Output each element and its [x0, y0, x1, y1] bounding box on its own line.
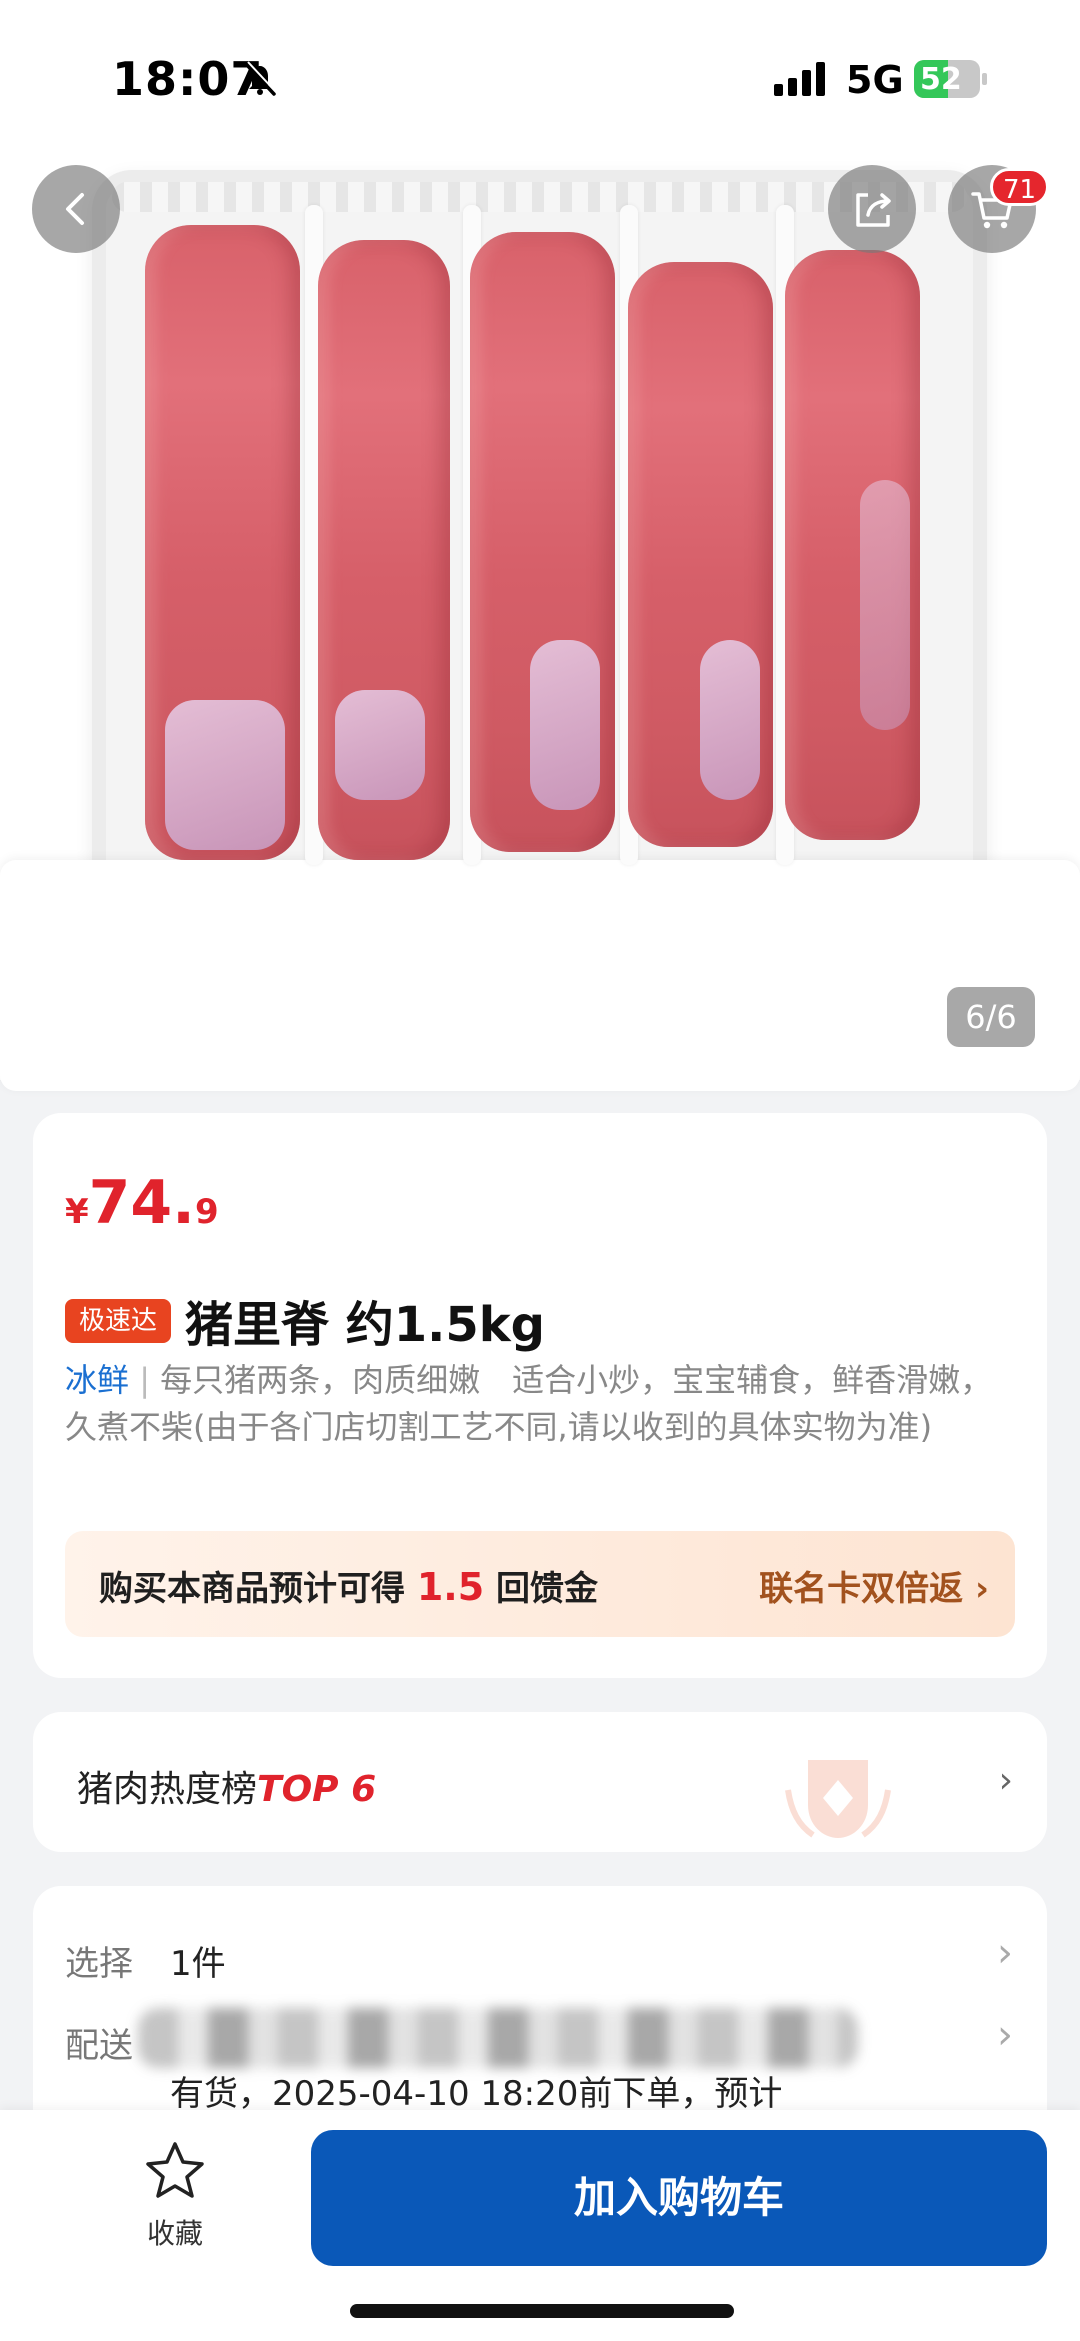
- silverskin: [860, 480, 910, 730]
- favorite-label: 收藏: [146, 2217, 203, 2250]
- product-image[interactable]: 71 6/6: [0, 0, 1080, 1091]
- add-to-cart-button[interactable]: 加入购物车: [311, 2130, 1047, 2266]
- price-integer: 74.: [88, 1168, 195, 1238]
- cashback-amount: 1.5: [416, 1565, 485, 1609]
- trophy-icon: [785, 1760, 891, 1838]
- product-title: 猪里脊 约1.5kg: [185, 1297, 546, 1353]
- speed-delivery-tag: 极速达: [65, 1299, 172, 1343]
- cashback-prefix: 购买本商品预计可得: [99, 1569, 405, 1609]
- cashback-banner[interactable]: 购买本商品预计可得 1.5 回馈金 联名卡双倍返 ›: [65, 1531, 1015, 1637]
- ranking-card[interactable]: 猪肉热度榜TOP 6 ›: [33, 1712, 1047, 1852]
- silverskin: [165, 700, 285, 850]
- share-icon: [856, 193, 891, 227]
- chevron-right-icon[interactable]: ›: [997, 2012, 1013, 2058]
- network-type: 5G: [846, 58, 904, 102]
- ranking-label: 猪肉热度榜: [77, 1769, 258, 1810]
- chevron-right-icon: ›: [998, 1760, 1013, 1801]
- product-description-block: 冰鲜 | 每只猪两条，肉质细嫩 适合小炒，宝宝辅食，鲜香滑嫩，久煮不柴(由于各门…: [65, 1357, 1015, 1451]
- price: ¥74.9: [65, 1168, 219, 1238]
- back-button[interactable]: [32, 165, 120, 253]
- delivery-label: 配送: [65, 2026, 133, 2066]
- status-bar: 18:07 5G 52: [0, 0, 1080, 150]
- product-info-card: ¥74.9 极速达 猪里脊 约1.5kg 冰鲜 | 每只猪两条，肉质细嫩 适合小…: [33, 1113, 1047, 1678]
- chevron-left-icon: [66, 193, 84, 225]
- image-counter: 6/6: [947, 987, 1035, 1047]
- select-value[interactable]: 1件: [170, 1936, 226, 1985]
- ranking-position: TOP 6: [257, 1769, 377, 1810]
- redacted-address: [138, 2008, 858, 2068]
- favorite-button[interactable]: 收藏: [130, 2140, 220, 2252]
- price-decimal: 9: [194, 1192, 219, 1232]
- chevron-right-icon[interactable]: ›: [997, 1930, 1013, 1976]
- fresh-label: 冰鲜: [65, 1361, 130, 1399]
- ranking-label-group: 猪肉热度榜TOP 6: [77, 1760, 376, 1812]
- chevron-right-icon: ›: [974, 1569, 989, 1609]
- silverskin: [530, 640, 600, 810]
- product-description: 每只猪两条，肉质细嫩 适合小炒，宝宝辅食，鲜香滑嫩，久煮不柴(由于各门店切割工艺…: [65, 1361, 993, 1446]
- price-currency: ¥: [65, 1192, 89, 1232]
- cashback-link-label: 联名卡双倍返: [759, 1569, 964, 1609]
- silverskin: [700, 640, 760, 800]
- cashback-link[interactable]: 联名卡双倍返 ›: [759, 1561, 989, 1610]
- share-button[interactable]: [828, 165, 916, 253]
- silverskin: [335, 690, 425, 800]
- cellular-signal-icon: [774, 62, 825, 96]
- star-icon: [146, 2142, 204, 2198]
- tray-ribs-bottom: [0, 860, 1080, 1091]
- cashback-text: 购买本商品预计可得 1.5 回馈金: [99, 1561, 598, 1610]
- cart-count-badge: 71: [990, 168, 1050, 206]
- delivery-value: 有货，2025-04-10 18:20前下单，预计: [170, 2074, 783, 2114]
- battery-indicator: 52: [914, 60, 988, 98]
- cashback-suffix: 回馈金: [496, 1569, 599, 1609]
- select-label: 选择: [65, 1944, 133, 1984]
- separator: |: [139, 1361, 150, 1399]
- bell-muted-icon: [244, 61, 277, 96]
- home-indicator: [350, 2304, 734, 2318]
- battery-percent: 52: [920, 62, 962, 97]
